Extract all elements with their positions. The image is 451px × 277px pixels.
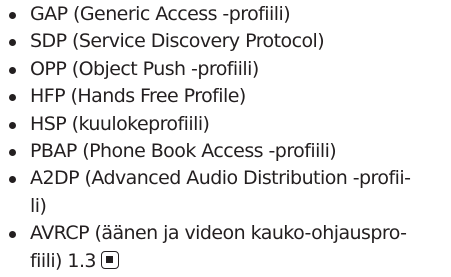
document-page: GAP (Generic Access -profiili) SDP (Serv… bbox=[0, 0, 451, 277]
end-of-section-icon-fill bbox=[105, 255, 113, 263]
list-item-text: OPP (Object Push -profiili) bbox=[30, 57, 259, 80]
bullet-icon bbox=[9, 231, 16, 239]
list-item-text-line-2: li) bbox=[30, 194, 47, 217]
list-item-text: GAP (Generic Access -profiili) bbox=[30, 3, 291, 25]
bullet-icon bbox=[9, 12, 16, 19]
bluetooth-profile-list: GAP (Generic Access -profiili) SDP (Serv… bbox=[0, 1, 451, 275]
list-item-text: HFP (Hands Free Profile) bbox=[30, 85, 246, 108]
bullet-icon bbox=[9, 94, 16, 102]
list-item: PBAP (Phone Book Access -profiili) bbox=[0, 138, 451, 165]
list-item: A2DP (Advanced Audio Distribution -profi… bbox=[0, 165, 451, 220]
bullet-icon bbox=[9, 39, 16, 47]
list-item-text: HSP (kuulokeprofiili) bbox=[30, 112, 210, 135]
list-item-text: PBAP (Phone Book Access -profiili) bbox=[30, 140, 337, 163]
list-item-text-line-2: fiili) 1.3 bbox=[30, 249, 97, 272]
bullet-icon bbox=[9, 149, 16, 157]
list-item: OPP (Object Push -profiili) bbox=[0, 56, 451, 83]
list-item-text-line-1: A2DP (Advanced Audio Distribution -profi… bbox=[30, 167, 411, 190]
end-of-section-icon bbox=[100, 250, 119, 269]
list-item: HSP (kuulokeprofiili) bbox=[0, 111, 451, 138]
list-item: AVRCP (äänen ja videon kauko-ohjauspro- … bbox=[0, 220, 451, 275]
list-item: HFP (Hands Free Profile) bbox=[0, 83, 451, 110]
list-item-text: SDP (Service Discovery Protocol) bbox=[30, 30, 325, 53]
list-item: SDP (Service Discovery Protocol) bbox=[0, 28, 451, 55]
list-item: GAP (Generic Access -profiili) bbox=[0, 1, 451, 28]
bullet-icon bbox=[9, 176, 16, 184]
list-item-text-line-1: AVRCP (äänen ja videon kauko-ohjauspro- bbox=[30, 222, 407, 245]
bullet-icon bbox=[9, 66, 16, 74]
bullet-icon bbox=[9, 121, 16, 129]
